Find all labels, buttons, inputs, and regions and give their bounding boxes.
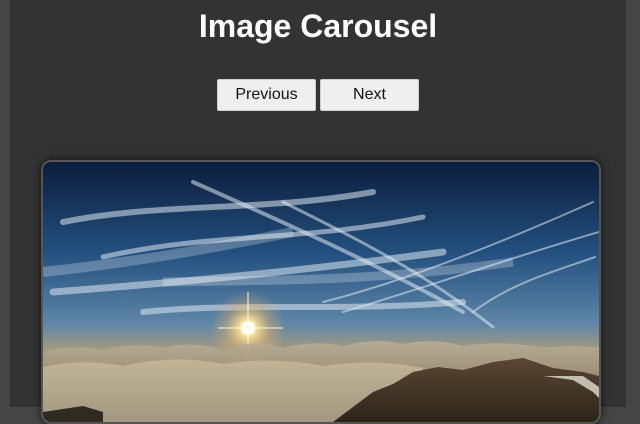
page-container: Image Carousel Previous Next <box>10 0 626 424</box>
carousel-controls: Previous Next <box>217 79 419 111</box>
carousel-image <box>43 162 599 422</box>
next-button[interactable]: Next <box>320 79 419 111</box>
previous-button[interactable]: Previous <box>217 79 316 111</box>
page-title: Image Carousel <box>198 8 438 44</box>
carousel-frame <box>41 160 601 424</box>
